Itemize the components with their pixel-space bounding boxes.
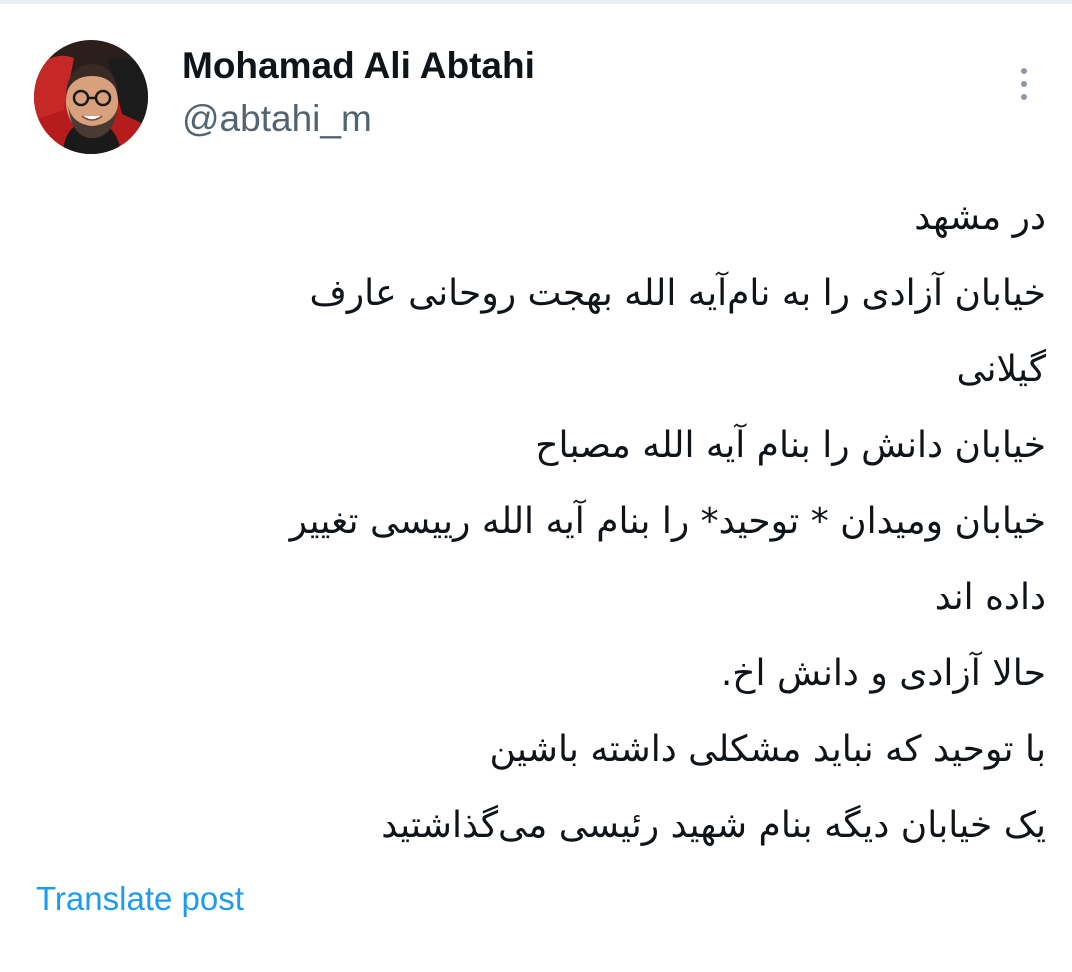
author-handle[interactable]: @abtahi_m [182,97,372,141]
more-vertical-icon-dot [1021,94,1027,100]
tweet-text-line: یک خیابان دیگه بنام شهید رئیسی می‌گذاشتی… [381,805,1046,846]
tweet-text-line: خیابان دانش را بنام آیه الله مصباح [535,425,1046,466]
more-vertical-icon-dot [1021,81,1027,87]
tweet-text: در مشهد خیابان آزادی را به نام‌آیه الله … [86,180,1046,864]
tweet-text-line: حالا آزادی و دانش اخ. [720,653,1046,694]
more-options-button[interactable] [1004,60,1044,106]
more-vertical-icon [1021,68,1027,74]
tweet-post: Mohamad Ali Abtahi @abtahi_m در مشهد خیا… [0,0,1072,972]
tweet-text-line: خیابان ومیدان * توحید* را بنام آیه الله … [289,501,1046,542]
tweet-text-line: در مشهد [914,197,1046,238]
translate-post-link[interactable]: Translate post [36,878,244,920]
author-display-name[interactable]: Mohamad Ali Abtahi [182,44,535,88]
tweet-text-line: گیلانی [956,349,1046,390]
tweet-text-line: خیابان آزادی را به نام‌آیه الله بهجت روح… [309,273,1046,314]
tweet-text-line: داده اند [934,577,1046,618]
avatar-photo-icon [34,40,148,154]
author-avatar[interactable] [34,40,148,154]
tweet-text-line: با توحید که نباید مشکلی داشته باشین [489,729,1046,770]
